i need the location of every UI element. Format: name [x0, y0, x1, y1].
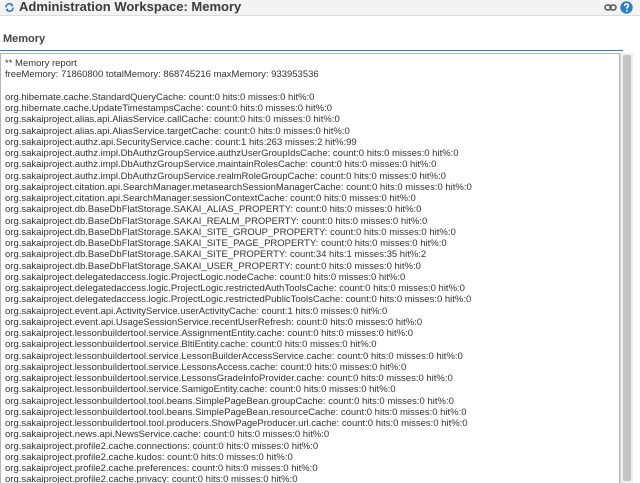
- refresh-icon[interactable]: [4, 2, 15, 13]
- scrollbar-thumb[interactable]: [623, 55, 631, 481]
- link-icon[interactable]: [604, 2, 617, 13]
- memory-report-text: ** Memory report freeMemory: 71860800 to…: [5, 58, 472, 483]
- title-bar: Administration Workspace: Memory: [0, 0, 640, 16]
- section-divider: [0, 50, 623, 51]
- report-scrollbar[interactable]: [620, 53, 633, 483]
- memory-report-textarea[interactable]: ** Memory report freeMemory: 71860800 to…: [0, 53, 620, 483]
- help-icon[interactable]: [620, 1, 633, 14]
- section-title: Memory: [3, 33, 46, 45]
- page-title: Administration Workspace: Memory: [19, 0, 242, 14]
